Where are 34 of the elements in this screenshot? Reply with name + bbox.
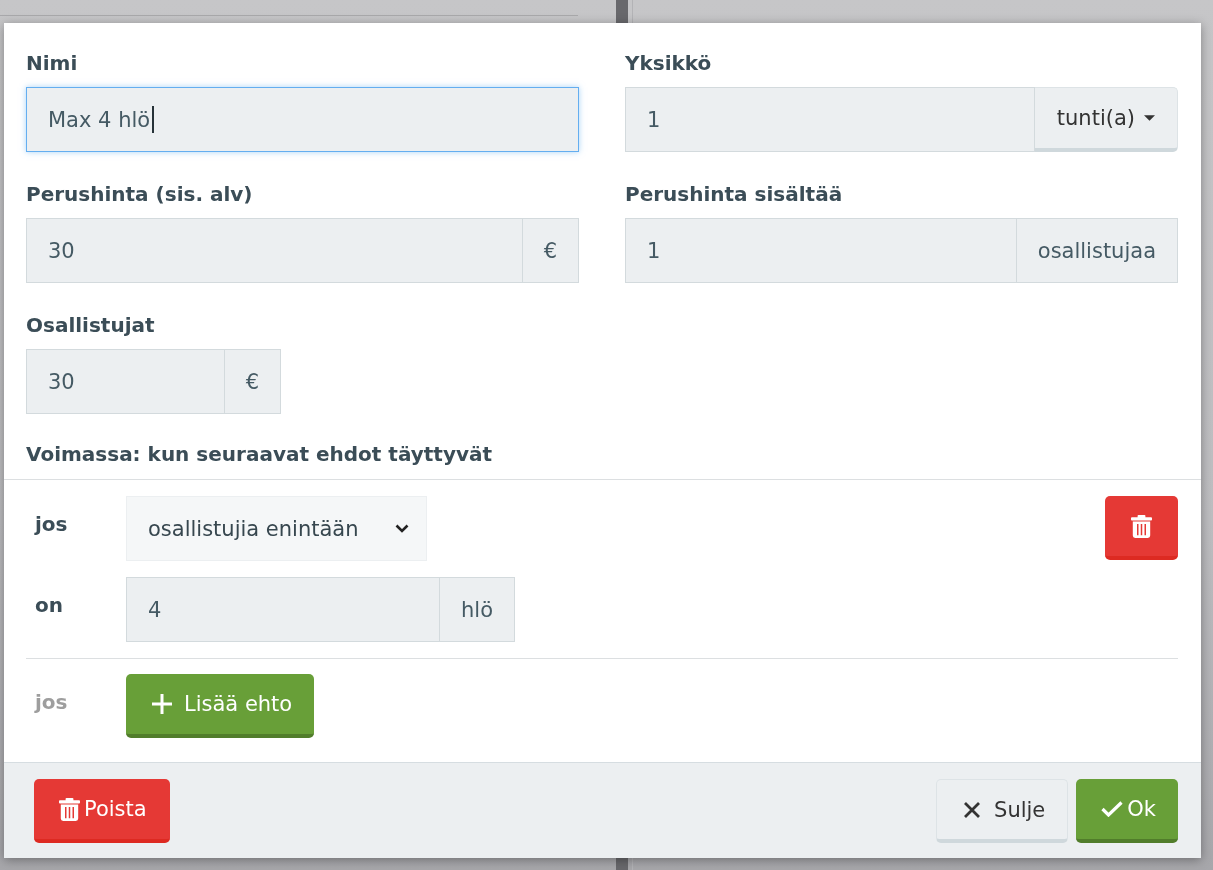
condition-label: jos	[33, 511, 69, 536]
trash-icon	[59, 797, 80, 821]
field-label: Yksikkö	[625, 51, 713, 75]
delete-button[interactable]: Poista	[34, 779, 170, 843]
field-label: Perushinta sisältää	[625, 182, 844, 206]
text-input[interactable]: 30	[26, 218, 523, 283]
delete-condition-button[interactable]	[1105, 496, 1178, 560]
check-icon	[1101, 801, 1124, 817]
unit-addon: osallistujaa	[1016, 218, 1178, 283]
unit-dropdown[interactable]: tunti(a)	[1034, 87, 1178, 152]
unit-addon: €	[522, 218, 579, 283]
section-title: Voimassa: kun seuraavat ehdot täyttyvät	[26, 442, 494, 466]
number-input[interactable]: 4	[126, 577, 440, 642]
chevron-down-icon	[395, 524, 409, 533]
text-cursor-icon	[152, 106, 155, 133]
text-input[interactable]: 30	[26, 349, 225, 414]
plus-icon	[152, 694, 172, 714]
text-input[interactable]: Max 4 hlö	[26, 87, 579, 152]
field-label: Perushinta (sis. alv)	[26, 182, 254, 206]
close-button[interactable]: Sulje	[936, 779, 1069, 843]
condition-label: on	[34, 592, 64, 617]
trash-icon	[1131, 514, 1152, 538]
unit-addon: hlö	[440, 577, 515, 642]
add-condition-button[interactable]: Lisää ehto	[126, 674, 315, 738]
close-icon	[964, 801, 981, 818]
caret-icon	[1144, 115, 1155, 121]
text-input[interactable]: 1	[625, 87, 1035, 152]
ok-button[interactable]: Ok	[1076, 779, 1178, 843]
unit-addon: €	[224, 349, 281, 414]
field-label: Nimi	[26, 51, 79, 75]
text-input[interactable]: 1	[625, 218, 1017, 283]
field-label: Osallistujat	[26, 313, 156, 337]
condition-select[interactable]: osallistujia enintään	[126, 496, 427, 561]
condition-label: jos	[33, 689, 69, 714]
